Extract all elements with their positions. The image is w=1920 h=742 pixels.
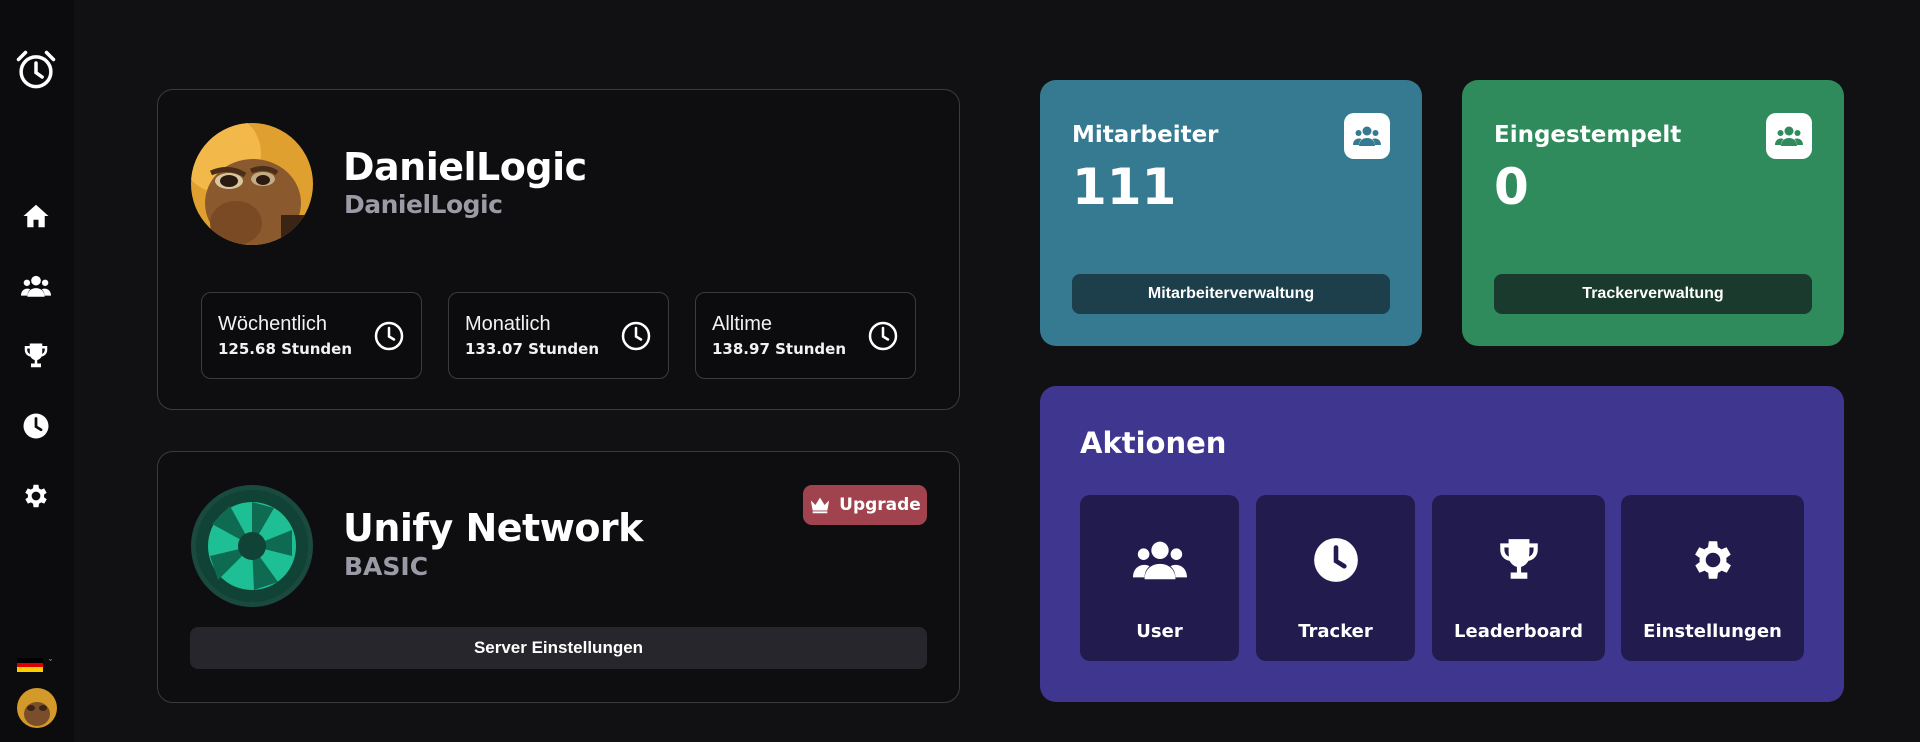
trophy-icon[interactable] — [20, 340, 52, 372]
gear-icon — [1621, 535, 1804, 585]
employee-management-button[interactable]: Mitarbeiterverwaltung — [1072, 274, 1390, 314]
metric-value: 111 — [1072, 158, 1177, 216]
server-plan: BASIC — [344, 552, 429, 581]
clock-icon — [374, 321, 404, 351]
stat-alltime: Alltime 138.97 Stunden — [695, 292, 916, 379]
actions-title: Aktionen — [1080, 426, 1227, 460]
action-settings[interactable]: Einstellungen — [1621, 495, 1804, 661]
server-settings-button[interactable]: Server Einstellungen — [190, 627, 927, 669]
german-flag-icon — [17, 658, 43, 673]
stat-value: 138.97 Stunden — [712, 340, 847, 358]
users-icon — [1766, 113, 1812, 159]
profile-name: DanielLogic — [343, 145, 587, 189]
profile-avatar — [191, 123, 313, 245]
action-label: User — [1136, 621, 1183, 642]
stat-weekly: Wöchentlich 125.68 Stunden — [201, 292, 422, 379]
home-icon[interactable] — [20, 200, 52, 232]
alarm-clock-logo-icon[interactable] — [14, 48, 58, 92]
clocked-in-card: Eingestempelt 0 Trackerverwaltung — [1462, 80, 1844, 346]
clock-icon — [868, 321, 898, 351]
action-user[interactable]: User — [1080, 495, 1239, 661]
clock-icon[interactable] — [20, 410, 52, 442]
trophy-icon — [1432, 535, 1605, 585]
tracker-management-button[interactable]: Trackerverwaltung — [1494, 274, 1812, 314]
user-avatar[interactable] — [17, 688, 57, 728]
profile-card: DanielLogic DanielLogic Wöchentlich 125.… — [157, 89, 960, 410]
actions-panel: Aktionen User Tracker Leaderboard Einste… — [1040, 386, 1844, 702]
action-leaderboard[interactable]: Leaderboard — [1432, 495, 1605, 661]
profile-username: DanielLogic — [344, 190, 503, 219]
stat-label: Alltime — [712, 313, 773, 335]
users-icon[interactable] — [20, 270, 52, 302]
users-icon — [1080, 535, 1239, 585]
employees-card: Mitarbeiter 111 Mitarbeiterverwaltung — [1040, 80, 1422, 346]
clock-icon — [621, 321, 651, 351]
action-label: Tracker — [1298, 621, 1373, 642]
stat-label: Wöchentlich — [218, 313, 327, 335]
gear-icon[interactable] — [20, 480, 52, 512]
chevron-down-icon: ˇ — [49, 658, 52, 668]
clock-icon — [1256, 535, 1415, 585]
server-name: Unify Network — [343, 506, 643, 550]
crown-icon — [810, 497, 830, 514]
upgrade-button[interactable]: Upgrade — [803, 485, 927, 525]
upgrade-label: Upgrade — [839, 495, 921, 515]
action-label: Leaderboard — [1454, 621, 1583, 642]
action-label: Einstellungen — [1643, 621, 1782, 642]
metric-title: Mitarbeiter — [1072, 122, 1219, 148]
server-logo — [191, 485, 313, 607]
action-tracker[interactable]: Tracker — [1256, 495, 1415, 661]
server-card: Unify Network BASIC Upgrade Server Einst… — [157, 451, 960, 703]
stat-monthly: Monatlich 133.07 Stunden — [448, 292, 669, 379]
metric-title: Eingestempelt — [1494, 122, 1682, 148]
users-icon — [1344, 113, 1390, 159]
stat-value: 125.68 Stunden — [218, 340, 353, 358]
language-selector[interactable]: ˇ — [17, 658, 52, 673]
stat-value: 133.07 Stunden — [465, 340, 600, 358]
stat-label: Monatlich — [465, 313, 551, 335]
metric-value: 0 — [1494, 158, 1529, 216]
sidebar: ˇ — [0, 0, 74, 742]
